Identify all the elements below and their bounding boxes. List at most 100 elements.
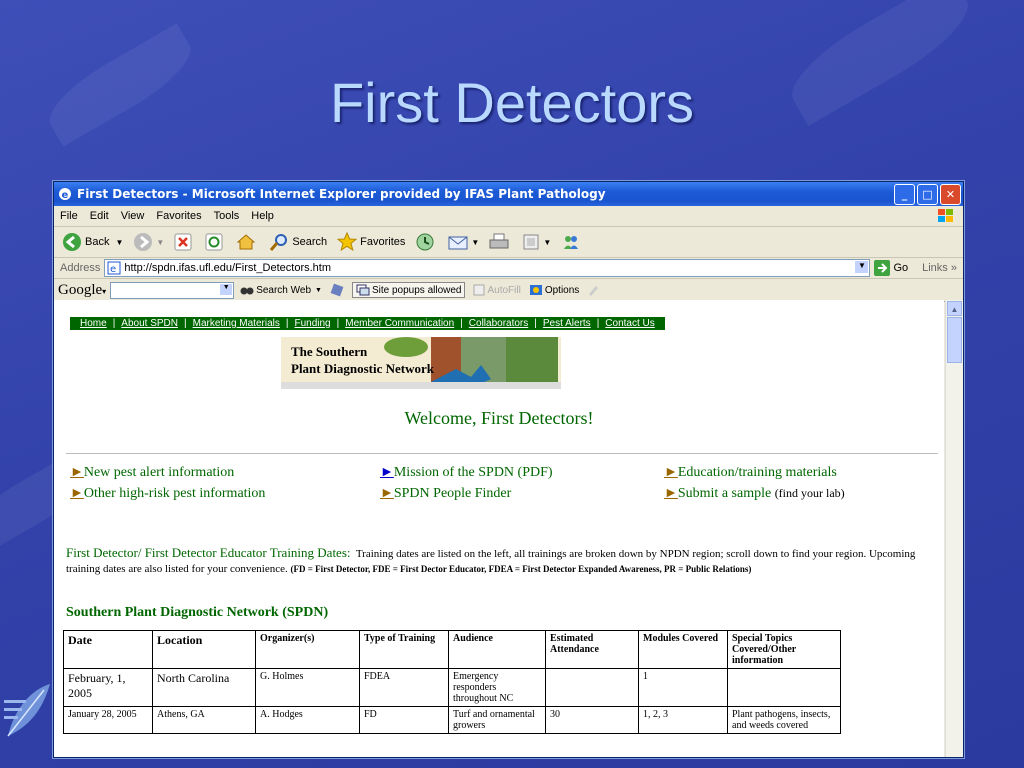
cell: February, 1, 2005	[63, 668, 153, 707]
mission-link[interactable]: ►Mission of the SPDN (PDF)	[380, 465, 553, 481]
banner-line-2: Plant Diagnostic Network	[291, 361, 434, 376]
nav-about[interactable]: About SPDN	[121, 318, 178, 329]
cell: Emergency responders throughout NC	[448, 668, 546, 707]
col-date: Date	[63, 630, 153, 669]
table-header-row: Date Location Organizer(s) Type of Train…	[63, 630, 841, 669]
home-icon	[236, 234, 256, 250]
forward-arrow-icon	[134, 233, 153, 251]
go-arrow-icon	[874, 260, 891, 276]
svg-text:e: e	[62, 190, 69, 201]
banner-line-1: The Southern	[291, 344, 368, 359]
people-finder-link[interactable]: ►SPDN People Finder	[380, 486, 511, 502]
options-button[interactable]: Options	[529, 284, 579, 296]
links-button[interactable]: Links »	[922, 262, 957, 274]
other-pest-link[interactable]: ►Other high-risk pest information	[70, 486, 265, 502]
menu-edit[interactable]: Edit	[90, 210, 109, 222]
scroll-up-icon[interactable]: ▲	[947, 301, 962, 316]
menu-favorites[interactable]: Favorites	[156, 210, 201, 222]
scroll-thumb[interactable]	[947, 317, 962, 363]
favorites-label: Favorites	[360, 236, 406, 248]
history-button[interactable]	[415, 232, 438, 252]
go-button[interactable]: Go	[874, 260, 908, 276]
other-pest-label: Other high-risk pest information	[83, 486, 266, 501]
search-web-button[interactable]: Search Web ▼	[240, 284, 322, 296]
print-button[interactable]	[489, 233, 512, 251]
submit-sample-link[interactable]: ►Submit a sample (find your lab)	[664, 486, 845, 502]
search-web-label: Search Web	[256, 284, 312, 296]
arrow-icon: ►	[380, 465, 394, 480]
favorites-button[interactable]: Favorites	[337, 232, 405, 252]
arrow-icon: ►	[70, 465, 84, 480]
cell: A. Hodges	[255, 706, 360, 734]
back-label: Back	[85, 236, 110, 248]
go-label: Go	[893, 262, 909, 274]
mail-button[interactable]: ▼	[448, 233, 479, 251]
col-attendance: Estimated Attendance	[545, 630, 639, 669]
home-button[interactable]	[236, 233, 259, 251]
menu-view[interactable]: View	[121, 210, 145, 222]
col-modules: Modules Covered	[638, 630, 728, 669]
address-input[interactable]: e http://spdn.ifas.ufl.edu/First_Detecto…	[104, 259, 871, 277]
nav-marketing[interactable]: Marketing Materials	[193, 318, 280, 329]
cell: Athens, GA	[152, 706, 256, 734]
menu-file[interactable]: File	[60, 210, 78, 222]
menu-tools[interactable]: Tools	[214, 210, 240, 222]
google-dropdown-icon[interactable]: ▼	[220, 283, 233, 295]
new-pest-label: New pest alert information	[83, 465, 235, 480]
new-pest-link[interactable]: ►New pest alert information	[70, 465, 234, 481]
arrow-icon: ►	[664, 486, 678, 501]
web-page: Home | About SPDN | Marketing Materials | F…	[54, 300, 944, 757]
ie-icon: e	[59, 188, 71, 201]
refresh-button[interactable]	[205, 233, 226, 251]
cell: G. Holmes	[255, 668, 360, 707]
nav-member-communication[interactable]: Member Communication	[345, 318, 454, 329]
stop-icon	[174, 233, 192, 251]
forward-button[interactable]: ▼	[133, 232, 164, 252]
autofill-button[interactable]: AutoFill	[473, 284, 521, 296]
back-arrow-icon	[63, 233, 81, 251]
messenger-button[interactable]	[561, 233, 584, 251]
cell: Turf and ornamental growers	[448, 706, 546, 734]
col-organizer: Organizer(s)	[255, 630, 360, 669]
close-button[interactable]: ✕	[940, 183, 961, 205]
search-icon	[270, 234, 288, 251]
autofill-icon	[473, 284, 485, 296]
popup-blocker-button[interactable]: Site popups allowed	[351, 282, 466, 298]
stop-button[interactable]	[174, 233, 195, 251]
nav-home[interactable]: Home	[80, 318, 107, 329]
education-link[interactable]: ►Education/training materials	[664, 465, 837, 481]
nav-collaborators[interactable]: Collaborators	[469, 318, 528, 329]
star-icon	[337, 232, 358, 252]
google-logo[interactable]: Google▾	[58, 282, 106, 299]
menu-help[interactable]: Help	[251, 210, 274, 222]
cell: 1	[638, 668, 728, 707]
col-audience: Audience	[448, 630, 546, 669]
google-logo-text: Google	[58, 281, 103, 298]
nav-pest-alerts[interactable]: Pest Alerts	[543, 318, 591, 329]
arrow-icon: ►	[664, 465, 678, 480]
highlight-button[interactable]	[587, 284, 599, 296]
nav-contact[interactable]: Contact Us	[605, 318, 654, 329]
svg-text:e: e	[110, 264, 116, 275]
address-dropdown-icon[interactable]: ▼	[855, 261, 869, 273]
table-row: February, 1, 2005 North Carolina G. Holm…	[63, 668, 841, 707]
pagerank-button[interactable]	[330, 283, 344, 297]
maximize-button[interactable]: □	[917, 183, 938, 205]
training-heading: First Detector/ First Detector Educator …	[66, 545, 351, 560]
back-button[interactable]: Back ▼	[62, 232, 123, 252]
vertical-scrollbar[interactable]: ▲	[945, 300, 963, 757]
page-icon: e	[107, 261, 121, 275]
divider	[66, 453, 938, 454]
links-label: Links	[922, 262, 948, 274]
google-toolbar: Google▾ ▼ Search Web ▼ Site popups allow…	[54, 279, 963, 302]
search-button[interactable]: Search	[269, 232, 327, 252]
nav-funding[interactable]: Funding	[294, 318, 330, 329]
minimize-button[interactable]: _	[894, 183, 915, 205]
cell: FD	[359, 706, 449, 734]
binoculars-icon	[240, 287, 254, 295]
google-search-input[interactable]: ▼	[110, 281, 235, 299]
people-finder-label: SPDN People Finder	[393, 486, 512, 501]
cell: North Carolina	[152, 668, 256, 707]
edit-button[interactable]: ▼	[522, 233, 551, 251]
slide-title: First Detectors	[329, 71, 695, 134]
